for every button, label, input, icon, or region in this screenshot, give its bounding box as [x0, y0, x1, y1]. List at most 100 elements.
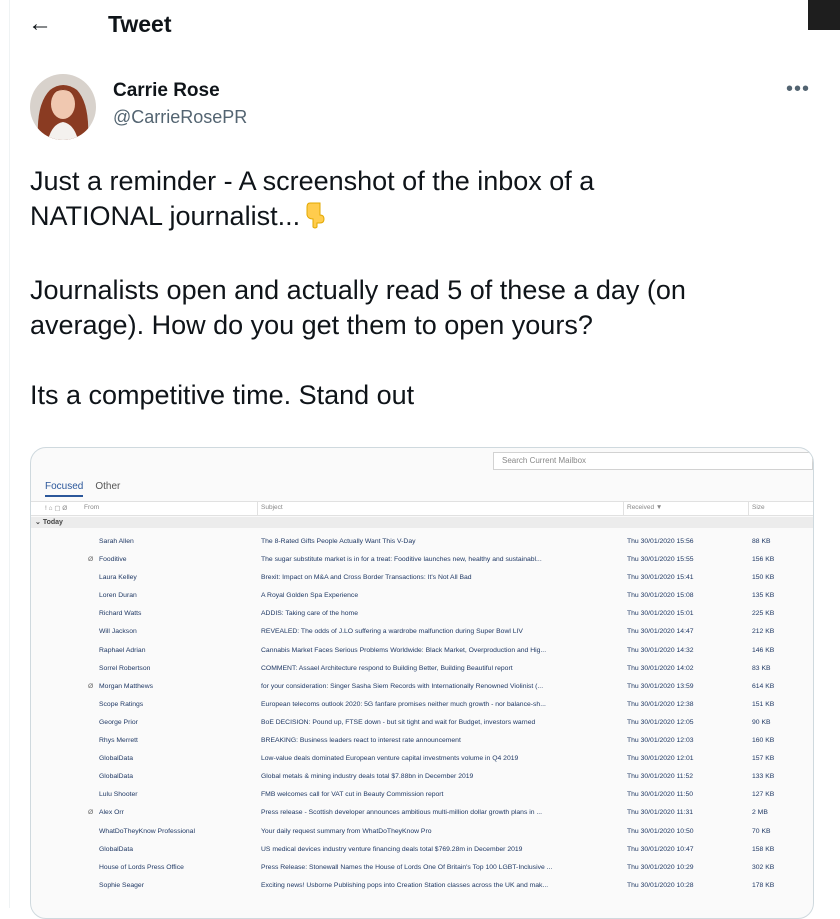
mail-from: Richard Watts: [99, 610, 142, 618]
inbox-screenshot[interactable]: Search Current Mailbox Focused Other ! ⌂…: [30, 447, 814, 919]
mail-received: Thu 30/01/2020 14:02: [627, 664, 694, 672]
attachment-icon: Ø: [88, 809, 94, 817]
mail-subject: BoE DECISION: Pound up, FTSE down - but …: [261, 718, 536, 726]
mail-row[interactable]: GlobalData Global metals & mining industr…: [31, 771, 813, 789]
mail-received: Thu 30/01/2020 10:47: [627, 845, 694, 853]
mail-row[interactable]: Will Jackson REVEALED: The odds of J.LO s…: [31, 626, 813, 644]
mail-from: Will Jackson: [99, 628, 137, 636]
mail-size: 135 KB: [752, 592, 775, 600]
mail-subject: Press release - Scottish developer annou…: [261, 809, 543, 817]
mail-subject: Brexit: Impact on M&A and Cross Border T…: [261, 574, 472, 582]
mail-row[interactable]: Rhys Merrett BREAKING: Business leaders r…: [31, 735, 813, 753]
mail-row[interactable]: Ø Fooditive The sugar substitute market is…: [31, 554, 813, 572]
mail-from: Morgan Matthews: [99, 682, 154, 690]
mail-size: 2 MB: [752, 809, 768, 817]
column-from[interactable]: From: [84, 504, 99, 511]
mail-from: Laura Kelley: [99, 574, 137, 582]
search-input[interactable]: Search Current Mailbox: [493, 452, 813, 470]
mail-subject: COMMENT: Assael Architecture respond to …: [261, 664, 513, 672]
mail-size: 156 KB: [752, 556, 775, 564]
mail-row[interactable]: Sophie Seager Exciting news! Usborne Publ…: [31, 880, 813, 898]
column-received[interactable]: Received ▼: [627, 504, 662, 511]
more-dots-icon[interactable]: •••: [786, 78, 810, 101]
mail-size: 70 KB: [752, 827, 771, 835]
author-name[interactable]: Carrie Rose: [113, 80, 220, 102]
mail-subject: Global metals & mining industry deals to…: [261, 773, 474, 781]
mail-size: 160 KB: [752, 737, 775, 745]
mail-received: Thu 30/01/2020 11:52: [627, 773, 694, 781]
column-subject[interactable]: Subject: [261, 504, 283, 511]
mail-subject: for your consideration: Singer Sasha Sie…: [261, 682, 544, 690]
tweet-paragraph-1: Just a reminder - A screenshot of the in…: [30, 164, 730, 238]
mail-row[interactable]: Sarah Allen The 8-Rated Gifts People Actu…: [31, 536, 813, 554]
top-bar: ← Tweet: [28, 6, 171, 42]
mail-from: Scope Ratings: [99, 700, 144, 708]
group-header-today[interactable]: ⌄ Today: [31, 517, 813, 528]
mail-subject: European telecoms outlook 2020: 5G fanfa…: [261, 700, 546, 708]
page-title: Tweet: [108, 10, 172, 37]
mail-received: Thu 30/01/2020 11:50: [627, 791, 694, 799]
mail-subject: FMB welcomes call for VAT cut in Beauty …: [261, 791, 444, 799]
mail-row[interactable]: Richard Watts ADDIS: Taking care of the h…: [31, 608, 813, 626]
mail-subject: The sugar substitute market is in for a …: [261, 556, 542, 564]
mail-received: Thu 30/01/2020 12:01: [627, 755, 694, 763]
corner-overlay: [808, 0, 840, 30]
mail-row[interactable]: Laura Kelley Brexit: Impact on M&A and Cr…: [31, 572, 813, 590]
mail-from: George Prior: [99, 718, 138, 726]
mail-size: 88 KB: [752, 538, 771, 545]
mail-received: Thu 30/01/2020 15:08: [627, 592, 694, 600]
mail-from: Rhys Merrett: [99, 737, 138, 745]
mail-received: Thu 30/01/2020 14:47: [627, 628, 694, 636]
mail-from: Alex Orr: [99, 809, 124, 817]
avatar[interactable]: [30, 74, 96, 140]
mail-row[interactable]: Sorrel Robertson COMMENT: Assael Architec…: [31, 663, 813, 681]
mail-list: Sarah Allen The 8-Rated Gifts People Actu…: [31, 536, 813, 898]
mail-subject: The 8-Rated Gifts People Actually Want T…: [261, 538, 416, 545]
mail-row[interactable]: WhatDoTheyKnow Professional Your daily re…: [31, 826, 813, 844]
arrow-left-icon[interactable]: ←: [28, 10, 88, 38]
mail-subject: Exciting news! Usborne Publishing pops i…: [261, 881, 549, 889]
mail-row[interactable]: Raphael Adrian Cannabis Market Faces Seri…: [31, 645, 813, 663]
author-handle[interactable]: @CarrieRosePR: [113, 107, 247, 128]
attachment-icon: Ø: [88, 682, 94, 690]
mail-from: House of Lords Press Office: [99, 863, 184, 871]
mail-received: Thu 30/01/2020 12:03: [627, 737, 694, 745]
mail-row[interactable]: George Prior BoE DECISION: Pound up, FTSE…: [31, 717, 813, 735]
mail-row[interactable]: Lulu Shooter FMB welcomes call for VAT cu…: [31, 789, 813, 807]
column-divider: [748, 502, 749, 515]
column-divider: [623, 502, 624, 515]
attachment-icon: Ø: [88, 556, 94, 564]
column-size[interactable]: Size: [752, 504, 765, 511]
tab-focused[interactable]: Focused: [45, 481, 84, 497]
tab-other[interactable]: Other: [95, 481, 120, 497]
mail-row[interactable]: GlobalData Low-value deals dominated Euro…: [31, 753, 813, 771]
mail-subject: ADDIS: Taking care of the home: [261, 610, 358, 618]
mail-subject: Low-value deals dominated European ventu…: [261, 755, 519, 763]
column-icons[interactable]: ! ⌂ ▢ Ø: [45, 504, 67, 512]
mail-from: Lulu Shooter: [99, 791, 138, 799]
mail-received: Thu 30/01/2020 10:29: [627, 863, 694, 871]
mail-received: Thu 30/01/2020 12:05: [627, 718, 694, 726]
mail-size: 614 KB: [752, 682, 775, 690]
mail-row[interactable]: Ø Alex Orr Press release - Scottish develo…: [31, 807, 813, 825]
mail-row[interactable]: Ø Morgan Matthews for your consideration: …: [31, 681, 813, 699]
tweet-paragraph-2: Journalists open and actually read 5 of …: [30, 275, 686, 340]
mail-received: Thu 30/01/2020 14:32: [627, 646, 694, 654]
mail-received: Thu 30/01/2020 11:31: [627, 809, 694, 817]
mail-row[interactable]: Loren Duran A Royal Golden Spa Experience…: [31, 590, 813, 608]
mail-received: Thu 30/01/2020 10:50: [627, 827, 694, 835]
mail-from: GlobalData: [99, 773, 134, 781]
mail-size: 225 KB: [752, 610, 775, 618]
tweet-body: Just a reminder - A screenshot of the in…: [30, 164, 730, 413]
group-label: ⌄ Today: [35, 519, 63, 526]
mail-row[interactable]: House of Lords Press Office Press Release…: [31, 862, 813, 880]
mail-size: 157 KB: [752, 755, 775, 763]
mail-row[interactable]: Scope Ratings European telecoms outlook 2…: [31, 699, 813, 717]
mail-tabs: Focused Other: [45, 481, 120, 497]
mail-size: 133 KB: [752, 773, 775, 781]
mail-size: 151 KB: [752, 700, 775, 708]
mail-row[interactable]: GlobalData US medical devices industry ve…: [31, 844, 813, 862]
mail-size: 146 KB: [752, 646, 775, 654]
tweet-paragraph-3: Its a competitive time. Stand out: [30, 380, 415, 410]
mail-size: 150 KB: [752, 574, 775, 582]
